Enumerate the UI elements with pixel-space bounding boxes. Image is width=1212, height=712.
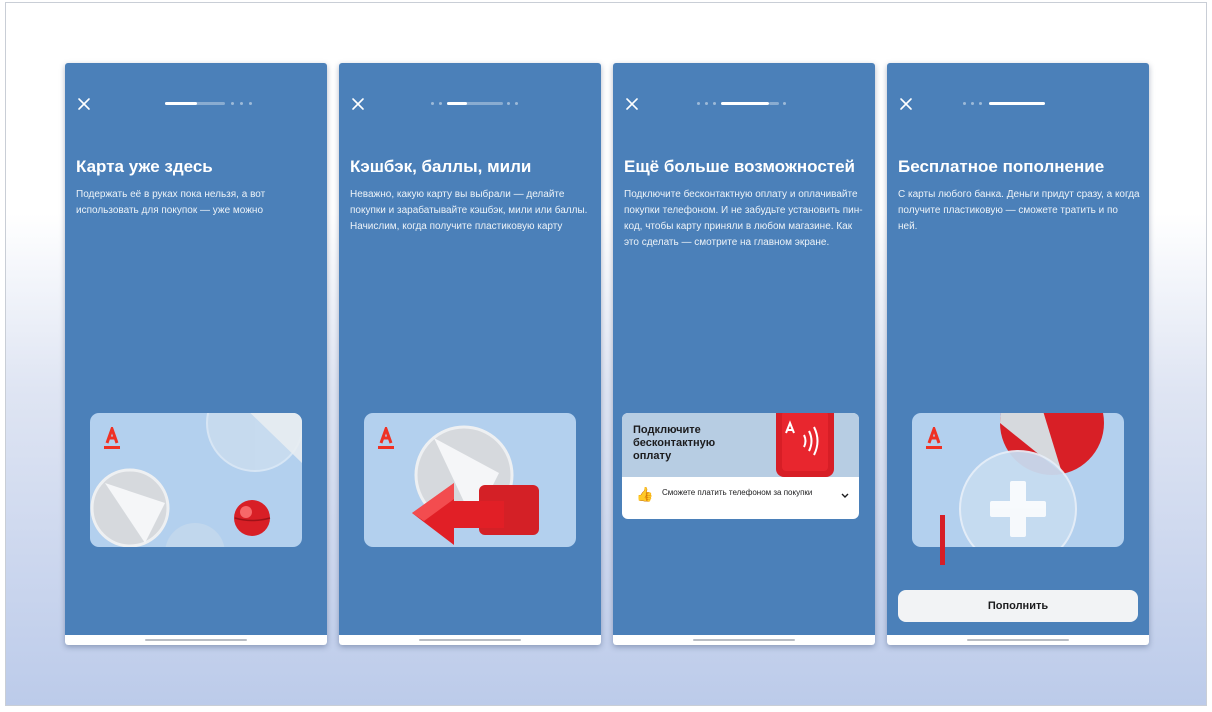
cashback-arrow-illustration — [412, 425, 539, 545]
progress-indicator — [963, 102, 1053, 106]
home-indicator — [339, 635, 601, 645]
slide-description: Подключите бесконтактную оплату и оплачи… — [624, 189, 863, 248]
slide-description: Неважно, какую карту вы выбрали — делайт… — [350, 189, 588, 232]
close-icon[interactable] — [351, 97, 365, 111]
slide-title: Карта уже здесь — [76, 157, 213, 176]
slide-title: Бесплатное пополнение — [898, 157, 1105, 176]
thumbs-up-icon: 👍 — [636, 486, 654, 502]
red-bar-illustration — [940, 515, 945, 565]
home-indicator — [613, 635, 875, 645]
contactless-pay-widget[interactable]: Подключите бесконтактную оплату 👍 Сможет… — [622, 413, 859, 519]
slide-title: Ещё больше возможностей — [624, 157, 856, 176]
chevron-down-icon[interactable] — [841, 493, 849, 499]
coins-illustration — [90, 413, 302, 547]
onboarding-screen-2: Кэшбэк, баллы, мили Неважно, какую карту… — [339, 63, 601, 645]
progress-indicator — [431, 102, 521, 106]
widget-title: Подключите бесконтактную оплату — [633, 424, 716, 462]
slide-description: Подержать её в руках пока нельзя, а вот … — [76, 189, 266, 216]
close-icon[interactable] — [899, 97, 913, 111]
slide-description: С карты любого банка. Деньги придут сраз… — [898, 189, 1140, 232]
progress-indicator — [165, 102, 255, 106]
phone-illustration — [776, 413, 834, 477]
close-icon[interactable] — [77, 97, 91, 111]
widget-note: Сможете платить телефоном за покупки — [662, 488, 813, 497]
onboarding-screen-3: Ещё больше возможностей Подключите беско… — [613, 63, 875, 645]
virtual-card-illustration — [90, 413, 302, 547]
onboarding-canvas: Карта уже здесь Подержать её в руках пок… — [5, 2, 1207, 706]
top-up-button[interactable]: Пополнить — [898, 590, 1138, 622]
slide-title: Кэшбэк, баллы, мили — [350, 157, 532, 176]
close-icon[interactable] — [625, 97, 639, 111]
cashback-card-illustration — [364, 413, 576, 547]
onboarding-screen-4: Бесплатное пополнение С карты любого бан… — [887, 63, 1149, 645]
home-indicator — [887, 635, 1149, 645]
progress-indicator — [697, 102, 793, 106]
onboarding-screen-1: Карта уже здесь Подержать её в руках пок… — [65, 63, 327, 645]
home-indicator — [65, 635, 327, 645]
